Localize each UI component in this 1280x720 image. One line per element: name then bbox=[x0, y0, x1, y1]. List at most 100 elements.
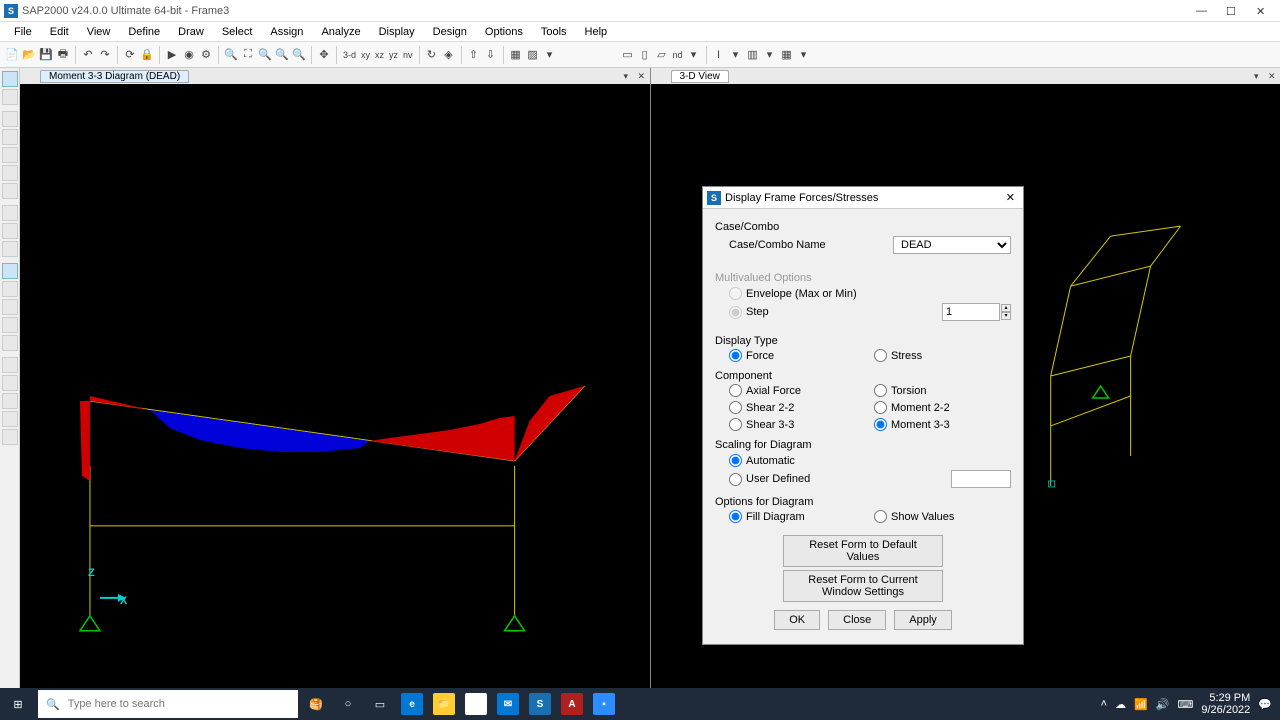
save-icon[interactable]: 💾 bbox=[38, 47, 54, 63]
zoom-window-icon[interactable]: 🔍 bbox=[223, 47, 239, 63]
draw-secondary-tool[interactable] bbox=[2, 183, 18, 199]
layout-icon[interactable]: ▥ bbox=[745, 47, 761, 63]
menu-help[interactable]: Help bbox=[577, 24, 616, 40]
view-xz-button[interactable]: xz bbox=[373, 50, 386, 60]
grid-layout-icon[interactable]: ▦ bbox=[779, 47, 795, 63]
options-icon[interactable]: ⚙ bbox=[198, 47, 214, 63]
left-view-close-icon[interactable]: ✕ bbox=[638, 71, 648, 81]
snap-edge-tool[interactable] bbox=[2, 375, 18, 391]
object-display-icon[interactable]: ▾ bbox=[542, 47, 558, 63]
pan-icon[interactable]: ✥ bbox=[316, 47, 332, 63]
axial-radio[interactable] bbox=[729, 384, 742, 397]
dialog-close-button[interactable]: ✕ bbox=[1002, 191, 1019, 204]
run-icon[interactable]: ▶ bbox=[164, 47, 180, 63]
snap-intersect-tool[interactable] bbox=[2, 317, 18, 333]
moment33-radio[interactable] bbox=[874, 418, 887, 431]
snap-extra-tool[interactable] bbox=[2, 429, 18, 445]
menu-display[interactable]: Display bbox=[371, 24, 423, 40]
step-down-button[interactable]: ▾ bbox=[1001, 312, 1011, 320]
menu-select[interactable]: Select bbox=[214, 24, 261, 40]
step-up-button[interactable]: ▴ bbox=[1001, 304, 1011, 312]
moment22-radio[interactable] bbox=[874, 401, 887, 414]
snap-point-tool[interactable] bbox=[2, 263, 18, 279]
open-icon[interactable]: 📂 bbox=[21, 47, 37, 63]
show-grid-icon[interactable]: ▦ bbox=[508, 47, 524, 63]
down-icon[interactable]: ⇩ bbox=[483, 47, 499, 63]
close-button[interactable]: ✕ bbox=[1256, 5, 1268, 17]
snap-fine-tool[interactable] bbox=[2, 411, 18, 427]
left-canvas[interactable]: Z X bbox=[20, 84, 650, 688]
text-tool-icon[interactable]: I bbox=[711, 47, 727, 63]
view-nv-button[interactable]: nv bbox=[401, 50, 415, 60]
store-icon[interactable]: 🛍 bbox=[462, 690, 490, 718]
maximize-button[interactable]: ☐ bbox=[1226, 5, 1238, 17]
case-combo-select[interactable]: DEAD bbox=[893, 236, 1011, 254]
left-view-tab[interactable]: Moment 3-3 Diagram (DEAD) bbox=[40, 70, 189, 83]
right-view-close-icon[interactable]: ✕ bbox=[1268, 71, 1278, 81]
menu-define[interactable]: Define bbox=[120, 24, 168, 40]
print-icon[interactable]: 🖶 bbox=[55, 47, 71, 63]
analysis-icon[interactable]: ◉ bbox=[181, 47, 197, 63]
automatic-radio[interactable] bbox=[729, 454, 742, 467]
lock-icon[interactable]: 🔒 bbox=[139, 47, 155, 63]
new-icon[interactable]: 📄 bbox=[4, 47, 20, 63]
reshape-tool[interactable] bbox=[2, 89, 18, 105]
show-axes-icon[interactable]: ▨ bbox=[525, 47, 541, 63]
menu-options[interactable]: Options bbox=[477, 24, 531, 40]
draw-brace-tool[interactable] bbox=[2, 165, 18, 181]
snap-line-tool[interactable] bbox=[2, 357, 18, 373]
zoom-out-icon[interactable]: 🔍 bbox=[274, 47, 290, 63]
draw-quick-area-tool[interactable] bbox=[2, 241, 18, 257]
right-view-tab[interactable]: 3-D View bbox=[671, 70, 729, 83]
zoom-app-icon[interactable]: ▪ bbox=[590, 690, 618, 718]
perspective-icon[interactable]: ◈ bbox=[441, 47, 457, 63]
refresh-icon[interactable]: ⟳ bbox=[122, 47, 138, 63]
snap-mid-tool[interactable] bbox=[2, 281, 18, 297]
snap-perp-tool[interactable] bbox=[2, 335, 18, 351]
dropdown-3-icon[interactable]: ▾ bbox=[796, 47, 812, 63]
view-3d-button[interactable]: 3-d bbox=[341, 50, 358, 60]
snap-end-tool[interactable] bbox=[2, 299, 18, 315]
rotate-icon[interactable]: ↻ bbox=[424, 47, 440, 63]
tray-wifi-icon[interactable]: 📶 bbox=[1134, 698, 1148, 711]
close-dialog-button[interactable]: Close bbox=[828, 610, 886, 630]
draw-line-tool[interactable] bbox=[2, 129, 18, 145]
menu-file[interactable]: File bbox=[6, 24, 40, 40]
step-input[interactable] bbox=[942, 303, 1000, 321]
taskbar-search[interactable]: 🔍 Type here to search bbox=[38, 690, 298, 718]
sap2000-taskbar-icon[interactable]: S bbox=[526, 690, 554, 718]
view-yz-button[interactable]: yz bbox=[387, 50, 400, 60]
up-icon[interactable]: ⇧ bbox=[466, 47, 482, 63]
left-view-dropdown-icon[interactable]: ▾ bbox=[624, 71, 634, 81]
snap-grid-tool[interactable] bbox=[2, 393, 18, 409]
shear22-radio[interactable] bbox=[729, 401, 742, 414]
tray-lang-icon[interactable]: ⌨ bbox=[1177, 698, 1193, 711]
weather-icon[interactable]: 🥞 bbox=[302, 690, 330, 718]
dropdown-1-icon[interactable]: ▾ bbox=[728, 47, 744, 63]
menu-design[interactable]: Design bbox=[425, 24, 475, 40]
minimize-button[interactable]: — bbox=[1196, 5, 1208, 17]
tray-clock[interactable]: 5:29 PM 9/26/2022 bbox=[1201, 692, 1250, 716]
reset-default-button[interactable]: Reset Form to Default Values bbox=[783, 535, 943, 567]
start-button[interactable]: ⊞ bbox=[0, 688, 36, 720]
autocad-icon[interactable]: A bbox=[558, 690, 586, 718]
tray-volume-icon[interactable]: 🔊 bbox=[1156, 698, 1170, 711]
view-xy-button[interactable]: xy bbox=[359, 50, 372, 60]
task-view-icon[interactable]: ▭ bbox=[366, 690, 394, 718]
draw-quick-tool[interactable] bbox=[2, 147, 18, 163]
torsion-radio[interactable] bbox=[874, 384, 887, 397]
shear33-radio[interactable] bbox=[729, 418, 742, 431]
stress-radio[interactable] bbox=[874, 349, 887, 362]
user-defined-radio[interactable] bbox=[729, 473, 742, 486]
ok-button[interactable]: OK bbox=[774, 610, 820, 630]
named-select-button[interactable]: nd bbox=[671, 50, 685, 60]
redo-icon[interactable]: ↷ bbox=[97, 47, 113, 63]
menu-draw[interactable]: Draw bbox=[170, 24, 212, 40]
force-radio[interactable] bbox=[729, 349, 742, 362]
zoom-in-icon[interactable]: 🔍 bbox=[257, 47, 273, 63]
menu-tools[interactable]: Tools bbox=[533, 24, 575, 40]
fill-radio[interactable] bbox=[729, 510, 742, 523]
zoom-previous-icon[interactable]: 🔍 bbox=[291, 47, 307, 63]
draw-rect-tool[interactable] bbox=[2, 223, 18, 239]
show-values-radio[interactable] bbox=[874, 510, 887, 523]
